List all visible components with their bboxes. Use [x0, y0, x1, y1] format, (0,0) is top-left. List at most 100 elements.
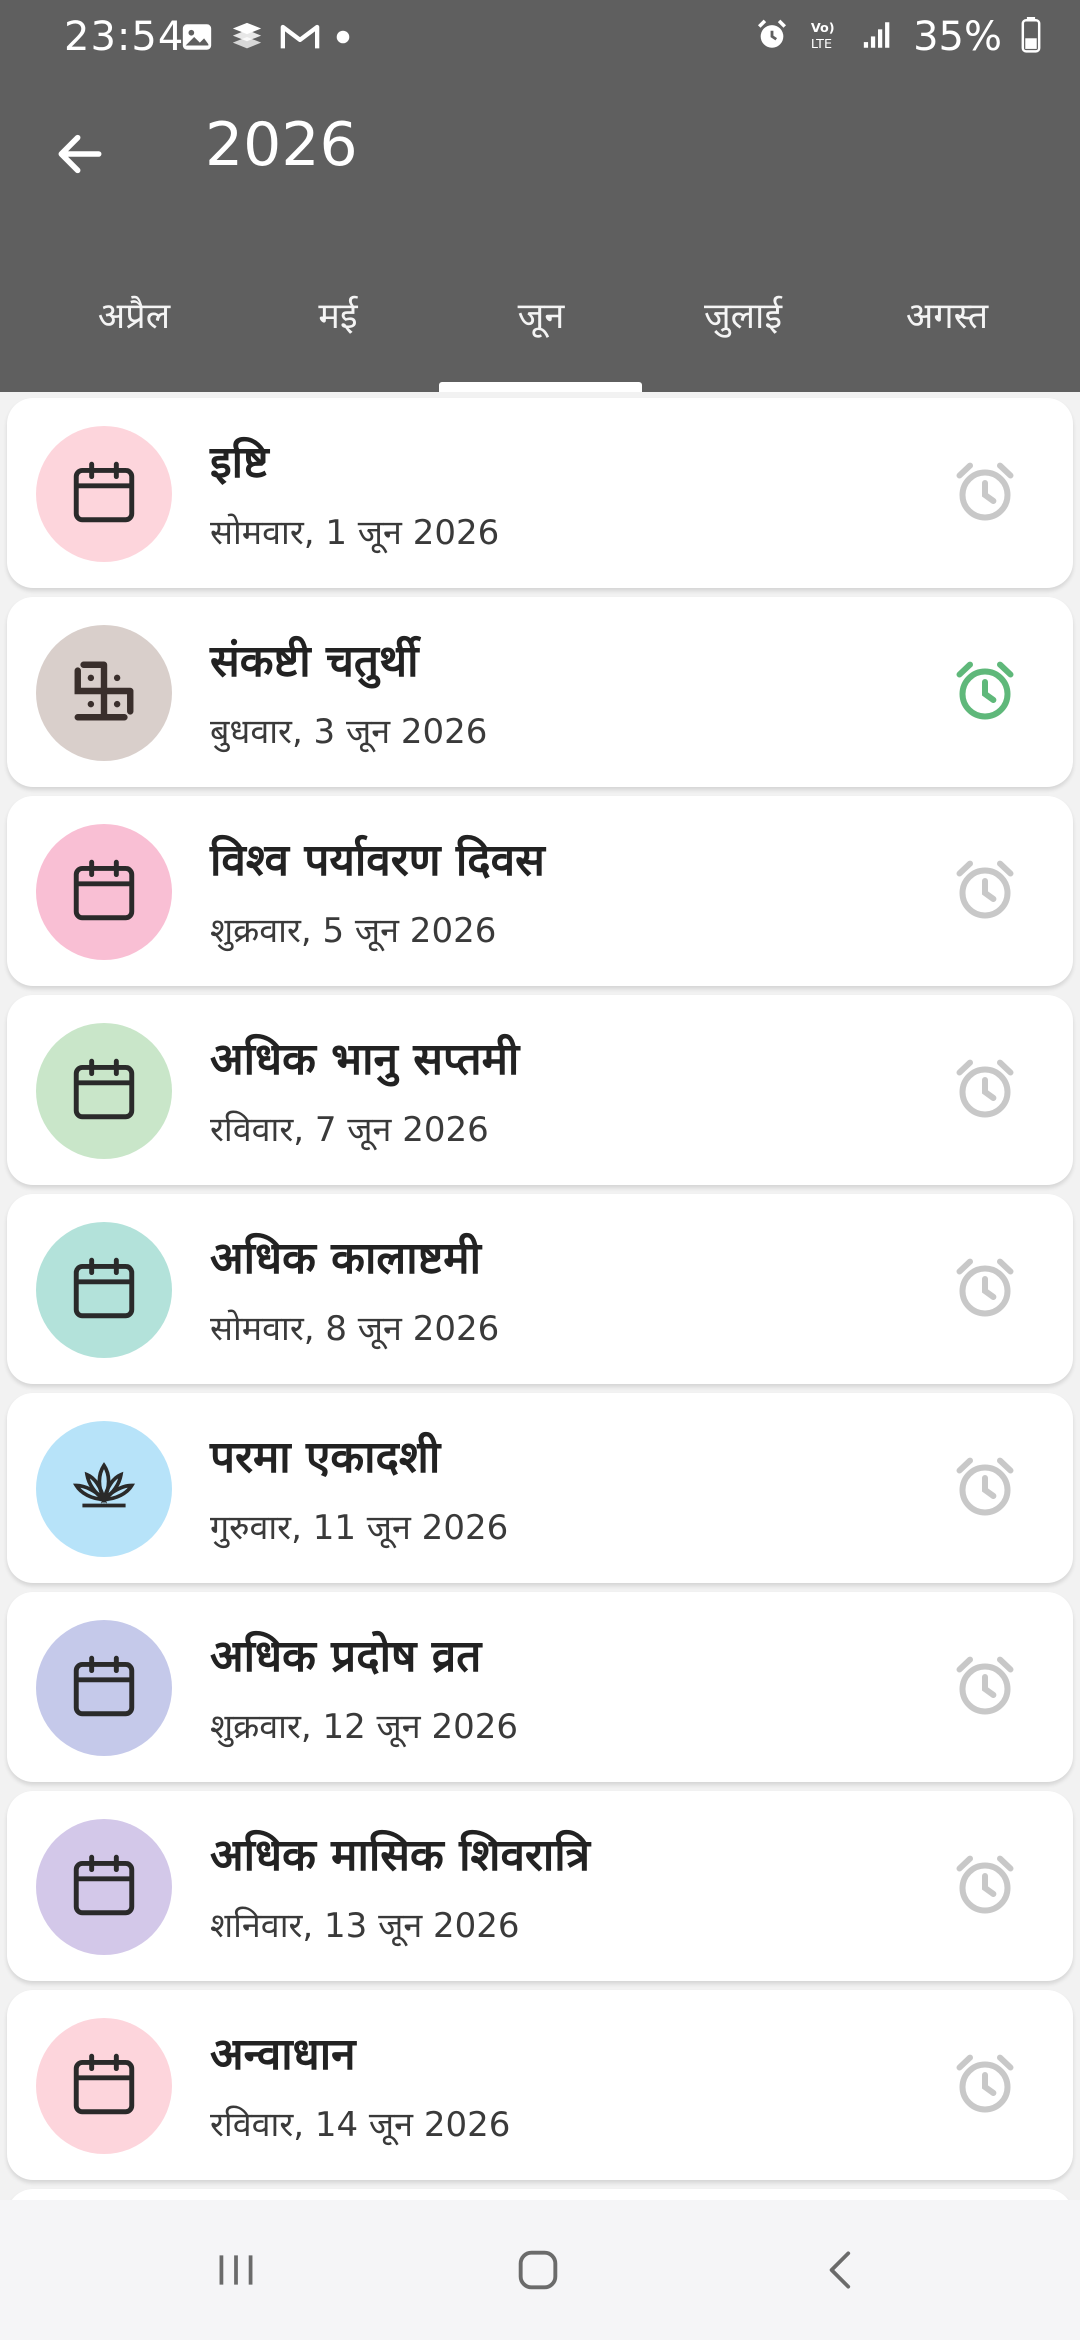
event-card[interactable]: विश्व पर्यावरण दिवस शुक्रवार, 5 जून 2026 [7, 796, 1073, 986]
event-title: अधिक प्रदोष व्रत [210, 1631, 482, 1682]
calendar-icon [67, 853, 141, 931]
event-card[interactable]: संकष्टी चतुर्थी बुधवार, 3 जून 2026 [7, 597, 1073, 787]
event-date: बुधवार, 3 जून 2026 [210, 712, 488, 752]
svg-text:LTE: LTE [811, 37, 832, 52]
alarm-toggle-button[interactable] [947, 2048, 1023, 2124]
event-title: अन्वाधान [210, 2029, 356, 2080]
alarm-toggle-button[interactable] [947, 1252, 1023, 1328]
event-card[interactable]: अधिक प्रदोष व्रत शुक्रवार, 12 जून 2026 [7, 1592, 1073, 1782]
chevron-left-icon [817, 2245, 867, 2299]
alarm-toggle-button[interactable] [947, 1849, 1023, 1925]
event-title: परमा एकादशी [210, 1432, 441, 1483]
calendar-icon [67, 455, 141, 533]
event-card[interactable]: अधिक कालाष्टमी सोमवार, 8 जून 2026 [7, 1194, 1073, 1384]
tab-april[interactable]: अप्रैल [32, 270, 236, 392]
navigation-bar [0, 2200, 1080, 2340]
event-date: शुक्रवार, 5 जून 2026 [210, 911, 497, 951]
tab-may[interactable]: मई [236, 270, 440, 392]
volte-icon: Vo) LTE [807, 18, 843, 56]
app-bar: 2026 [0, 80, 1080, 230]
event-date: शनिवार, 13 जून 2026 [210, 1906, 520, 1946]
header: 23:54 Vo) LTE 35% 2026 अप्रैल मई जून जुल… [0, 0, 1080, 392]
event-avatar [36, 824, 172, 960]
home-icon [512, 2244, 564, 2300]
event-avatar [36, 1222, 172, 1358]
event-date: सोमवार, 1 जून 2026 [210, 513, 500, 553]
alarm-clock-icon [949, 2048, 1021, 2124]
event-avatar [36, 625, 172, 761]
status-bar: 23:54 Vo) LTE 35% [0, 0, 1080, 80]
event-title: विश्व पर्यावरण दिवस [210, 835, 545, 886]
back-nav-button[interactable] [792, 2232, 892, 2312]
calendar-icon [67, 1251, 141, 1329]
event-card[interactable]: इष्टि सोमवार, 1 जून 2026 [7, 398, 1073, 588]
event-list[interactable]: इष्टि सोमवार, 1 जून 2026 संकष्टी चतुर्थी बु… [0, 392, 1080, 2200]
arrow-left-icon [52, 126, 108, 186]
notification-icons [180, 20, 352, 58]
gallery-icon [180, 20, 214, 58]
event-avatar [36, 1421, 172, 1557]
stack-app-icon [228, 20, 266, 58]
battery-percent: 35% [913, 14, 1002, 60]
event-title: इष्टि [210, 437, 269, 488]
event-title: अधिक भानु सप्तमी [210, 1034, 520, 1085]
event-title: अधिक कालाष्टमी [210, 1233, 482, 1284]
alarm-toggle-button[interactable] [947, 1650, 1023, 1726]
tab-june[interactable]: जून [439, 270, 643, 392]
event-date: गुरुवार, 11 जून 2026 [210, 1508, 509, 1548]
alarm-toggle-button[interactable] [947, 854, 1023, 930]
calendar-icon [67, 1649, 141, 1727]
alarm-toggle-button[interactable] [947, 1451, 1023, 1527]
event-card[interactable]: परमा एकादशी गुरुवार, 11 जून 2026 [7, 1393, 1073, 1583]
event-card[interactable]: अधिक मासिक शिवरात्रि शनिवार, 13 जून 2026 [7, 1791, 1073, 1981]
swastik-icon [69, 656, 139, 730]
event-date: रविवार, 7 जून 2026 [210, 1110, 489, 1150]
tab-july[interactable]: जुलाई [641, 270, 845, 392]
gmail-icon [280, 22, 320, 56]
alarm-toggle-button[interactable] [947, 1053, 1023, 1129]
tab-august[interactable]: अगस्त [845, 270, 1049, 392]
event-card[interactable]: अन्वाधान रविवार, 14 जून 2026 [7, 1990, 1073, 2180]
alarm-clock-icon [949, 1053, 1021, 1129]
calendar-icon [67, 1052, 141, 1130]
signal-icon [861, 18, 895, 56]
lotus-icon [67, 1450, 141, 1528]
event-avatar [36, 2018, 172, 2154]
alarm-status-icon [755, 18, 789, 56]
event-date: रविवार, 14 जून 2026 [210, 2105, 511, 2145]
alarm-clock-icon [949, 456, 1021, 532]
app-screen: 23:54 Vo) LTE 35% 2026 अप्रैल मई जून जुल… [0, 0, 1080, 2340]
alarm-clock-icon [949, 1849, 1021, 1925]
page-title: 2026 [205, 110, 358, 180]
event-card-partial[interactable] [7, 2189, 1073, 2200]
alarm-clock-icon [949, 1451, 1021, 1527]
calendar-icon [67, 2047, 141, 2125]
home-button[interactable] [488, 2232, 588, 2312]
status-time: 23:54 [64, 14, 185, 60]
back-button[interactable] [40, 120, 120, 192]
alarm-toggle-button[interactable] [947, 456, 1023, 532]
alarm-clock-icon [949, 854, 1021, 930]
alarm-clock-icon [949, 1252, 1021, 1328]
alarm-clock-icon [949, 655, 1021, 731]
selected-tab-indicator [439, 382, 642, 392]
status-right-group: Vo) LTE 35% [755, 14, 1042, 60]
event-title: अधिक मासिक शिवरात्रि [210, 1830, 590, 1881]
event-avatar [36, 1023, 172, 1159]
calendar-icon [67, 1848, 141, 1926]
event-avatar [36, 1620, 172, 1756]
battery-icon [1020, 17, 1042, 57]
svg-text:Vo): Vo) [811, 21, 835, 36]
recents-icon [211, 2245, 261, 2299]
event-title: संकष्टी चतुर्थी [210, 636, 419, 687]
event-date: सोमवार, 8 जून 2026 [210, 1309, 500, 1349]
more-notifications-dot [334, 28, 352, 50]
event-avatar [36, 1819, 172, 1955]
month-tabs: अप्रैल मई जून जुलाई अगस्त [0, 270, 1080, 392]
alarm-toggle-button[interactable] [947, 655, 1023, 731]
alarm-clock-icon [949, 1650, 1021, 1726]
event-card[interactable]: अधिक भानु सप्तमी रविवार, 7 जून 2026 [7, 995, 1073, 1185]
event-avatar [36, 426, 172, 562]
recents-button[interactable] [186, 2232, 286, 2312]
event-date: शुक्रवार, 12 जून 2026 [210, 1707, 518, 1747]
